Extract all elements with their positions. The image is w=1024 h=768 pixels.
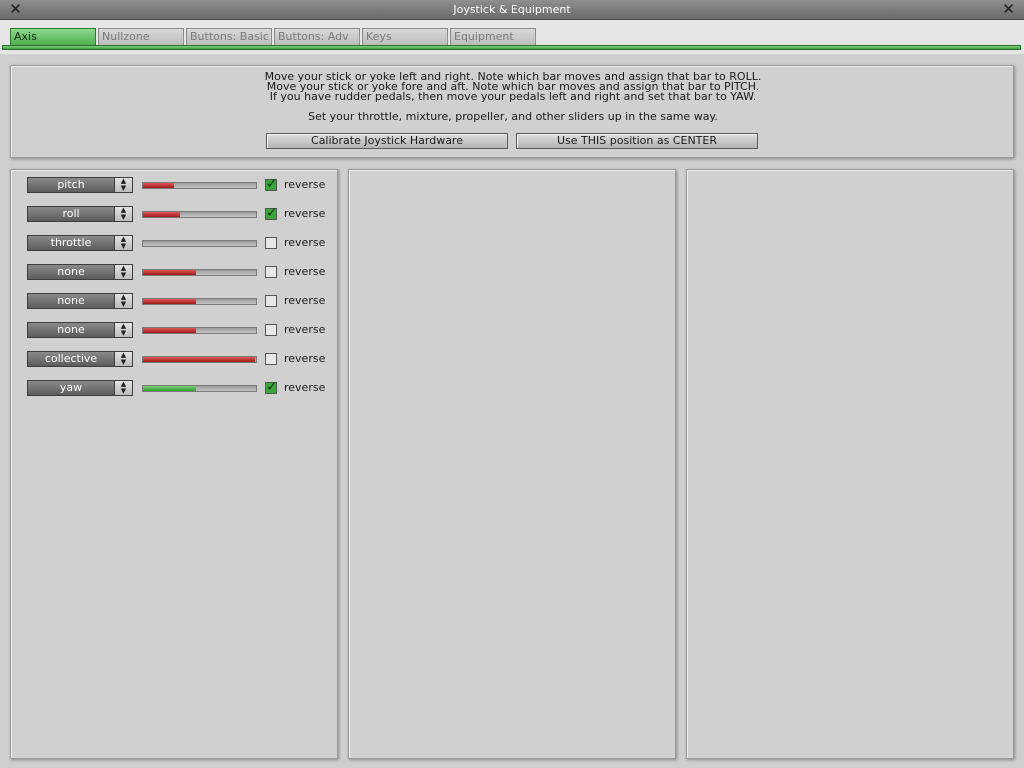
reverse-checkbox[interactable] [265, 324, 277, 336]
reverse-label: reverse [284, 265, 326, 278]
axis-assignment-label: none [57, 323, 85, 336]
axis-assignment-label: none [57, 294, 85, 307]
checkmark-icon: ✓ [266, 379, 278, 395]
axis-assignment-select[interactable]: pitch ▲ ▼ [27, 177, 133, 193]
checkmark-icon: ✓ [266, 205, 278, 221]
tab-underline [2, 45, 1021, 50]
axis-panel-left [10, 169, 338, 759]
tab-keys[interactable]: Keys [362, 28, 448, 45]
axis-assignment-select[interactable]: none ▲ ▼ [27, 264, 133, 280]
reverse-label: reverse [284, 294, 326, 307]
reverse-checkbox[interactable]: ✓ [265, 379, 278, 395]
updown-arrow-icon[interactable]: ▲ ▼ [114, 265, 132, 279]
axis-panel-middle [348, 169, 676, 759]
axis-level-bar [142, 211, 257, 218]
updown-arrow-icon[interactable]: ▲ ▼ [114, 294, 132, 308]
reverse-checkbox[interactable]: ✓ [265, 205, 278, 221]
reverse-checkbox[interactable] [265, 266, 277, 278]
axis-assignment-select[interactable]: throttle ▲ ▼ [27, 235, 133, 251]
axis-level-fill [143, 328, 196, 333]
axis-assignment-select[interactable]: yaw ▲ ▼ [27, 380, 133, 396]
axis-level-bar [142, 269, 257, 276]
tab-buttons-basic[interactable]: Buttons: Basic [186, 28, 272, 45]
reverse-checkbox[interactable] [265, 295, 277, 307]
axis-level-bar [142, 356, 257, 363]
updown-arrow-icon[interactable]: ▲ ▼ [114, 207, 132, 221]
axis-row: none ▲ ▼ reverse [27, 322, 327, 338]
axis-row: pitch ▲ ▼ ✓ reverse [27, 176, 327, 193]
tab-buttons-adv[interactable]: Buttons: Adv [274, 28, 360, 45]
axis-assignment-label: none [57, 265, 85, 278]
axis-assignment-label: roll [62, 207, 80, 220]
axis-assignment-select[interactable]: none ▲ ▼ [27, 293, 133, 309]
reverse-checkbox[interactable] [265, 353, 277, 365]
axis-level-fill [143, 299, 196, 304]
axis-level-fill [143, 386, 196, 391]
axis-assignment-label: yaw [59, 381, 83, 394]
instruction-yaw: If you have rudder pedals, then move you… [269, 90, 757, 103]
checkmark-icon: ✓ [266, 176, 278, 192]
axis-row: yaw ▲ ▼ ✓ reverse [27, 379, 327, 396]
reverse-label: reverse [284, 323, 326, 336]
close-icon[interactable]: ✕ [999, 0, 1018, 19]
close-icon[interactable]: ✕ [6, 0, 25, 19]
axis-level-fill [143, 183, 174, 188]
axis-row: throttle ▲ ▼ reverse [27, 235, 327, 251]
axis-assignment-select[interactable]: roll ▲ ▼ [27, 206, 133, 222]
updown-arrow-icon[interactable]: ▲ ▼ [114, 323, 132, 337]
reverse-label: reverse [284, 178, 326, 191]
instruction-sliders: Set your throttle, mixture, propeller, a… [308, 110, 718, 123]
reverse-label: reverse [284, 236, 326, 249]
axis-assignment-label: throttle [50, 236, 92, 249]
axis-level-fill [143, 212, 180, 217]
axis-assignment-label: collective [44, 352, 98, 365]
updown-arrow-icon[interactable]: ▲ ▼ [114, 381, 132, 395]
center-button[interactable]: Use THIS position as CENTER [516, 133, 758, 149]
instructions-panel: Move your stick or yoke left and right. … [10, 65, 1014, 158]
axis-level-bar [142, 385, 257, 392]
axis-row: collective ▲ ▼ reverse [27, 351, 327, 367]
reverse-checkbox[interactable] [265, 237, 277, 249]
reverse-checkbox[interactable]: ✓ [265, 176, 278, 192]
title-bar: ✕ Joystick & Equipment ✕ [0, 0, 1024, 20]
reverse-label: reverse [284, 352, 326, 365]
axis-panel-right [686, 169, 1014, 759]
reverse-label: reverse [284, 207, 326, 220]
axis-assignment-select[interactable]: none ▲ ▼ [27, 322, 133, 338]
axis-row: none ▲ ▼ reverse [27, 264, 327, 280]
updown-arrow-icon[interactable]: ▲ ▼ [114, 178, 132, 192]
axis-level-fill [143, 270, 196, 275]
axis-level-bar [142, 327, 257, 334]
reverse-label: reverse [284, 381, 326, 394]
window-title: Joystick & Equipment [453, 3, 571, 16]
updown-arrow-icon[interactable]: ▲ ▼ [114, 236, 132, 250]
tab-axis[interactable]: Axis [10, 28, 96, 45]
updown-arrow-icon[interactable]: ▲ ▼ [114, 352, 132, 366]
axis-assignment-select[interactable]: collective ▲ ▼ [27, 351, 133, 367]
axis-level-bar [142, 182, 257, 189]
axis-row: none ▲ ▼ reverse [27, 293, 327, 309]
tab-strip: Axis Nullzone Buttons: Basic Buttons: Ad… [0, 20, 1024, 54]
tab-equipment[interactable]: Equipment [450, 28, 536, 45]
axis-level-fill [143, 357, 255, 362]
axis-assignment-label: pitch [57, 178, 85, 191]
calibrate-button[interactable]: Calibrate Joystick Hardware [266, 133, 508, 149]
axis-level-bar [142, 298, 257, 305]
tab-nullzone[interactable]: Nullzone [98, 28, 184, 45]
axis-row: roll ▲ ▼ ✓ reverse [27, 205, 327, 222]
axis-level-bar [142, 240, 257, 247]
